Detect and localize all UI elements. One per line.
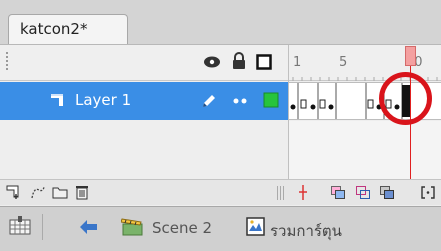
layer-visible-dot-icon[interactable] (233, 98, 239, 104)
panel-grip-icon[interactable] (6, 52, 12, 72)
layer-icon (51, 94, 63, 106)
layer-outline-square-icon[interactable] (263, 92, 279, 108)
edit-bar (0, 206, 441, 251)
layer-lock-dot-icon[interactable] (241, 98, 247, 104)
scene-name[interactable]: Scene 2 (152, 219, 212, 237)
highlight-circle (379, 72, 432, 125)
frames-empty-area[interactable] (289, 121, 441, 179)
document-tab-label: katcon2* (20, 20, 88, 38)
document-tab[interactable]: katcon2* (8, 14, 128, 45)
outline-all-icon[interactable] (256, 54, 272, 70)
motion-guide-icon[interactable] (30, 185, 46, 199)
new-folder-icon[interactable] (52, 186, 68, 199)
playhead[interactable] (405, 46, 416, 66)
layer-name[interactable]: Layer 1 (75, 91, 131, 109)
center-frame-icon[interactable] (299, 185, 307, 200)
show-hide-all-eye-icon[interactable] (203, 55, 221, 69)
pencil-edit-icon[interactable] (200, 92, 218, 110)
edit-multiple-frames-icon[interactable] (380, 186, 394, 199)
delete-layer-trash-icon[interactable] (75, 184, 89, 200)
separator (42, 214, 43, 240)
layer-list-empty-area[interactable] (0, 121, 288, 179)
frame-number-5: 5 (339, 55, 348, 70)
timeline-header: 1 5 10 (0, 45, 441, 81)
symbol-name[interactable]: รวมการ์ตุน (270, 219, 342, 243)
onion-skin-outlines-icon[interactable] (356, 186, 370, 199)
modify-onion-markers-icon[interactable] (421, 186, 435, 199)
timeline-toggle-icon[interactable] (9, 216, 31, 236)
lock-all-icon[interactable] (231, 52, 247, 70)
onion-skin-icon[interactable] (331, 186, 345, 199)
frame-number-1: 1 (293, 55, 302, 70)
back-arrow-icon[interactable] (79, 219, 99, 235)
panel-resize-grip-icon[interactable] (276, 186, 284, 200)
graphic-symbol-icon (246, 217, 265, 236)
new-layer-icon[interactable] (6, 185, 21, 200)
scene-clapper-icon (121, 218, 143, 236)
